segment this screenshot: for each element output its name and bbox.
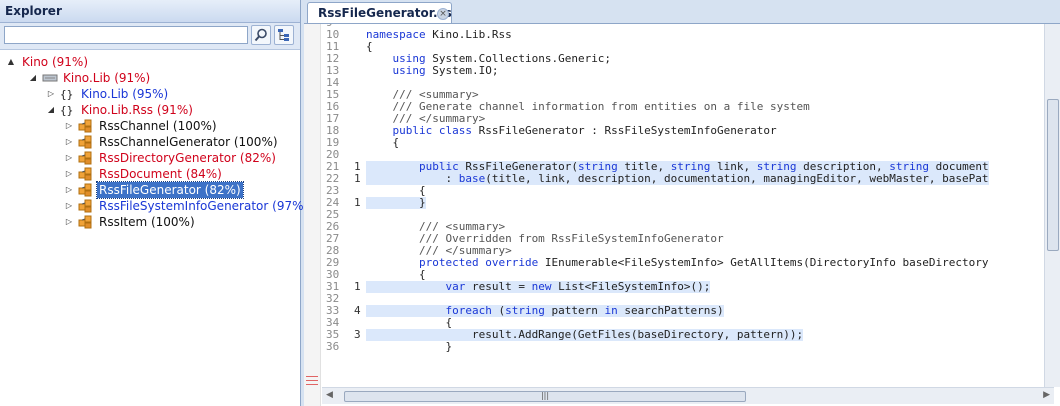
tree-view-icon xyxy=(278,29,289,41)
tree-node-label: RssDirectoryGenerator (82%) xyxy=(99,151,276,165)
coverage-marker xyxy=(306,380,318,381)
tree-node-label: RssFileSystemInfoGenerator (97%) xyxy=(99,199,309,213)
code-line[interactable]: 23 { xyxy=(322,185,1054,197)
tree-node-label: RssFileGenerator (82%) xyxy=(96,181,244,199)
class-icon xyxy=(78,215,94,233)
explorer-toolbar xyxy=(0,23,300,50)
editor-margin xyxy=(304,24,321,406)
collapse-arrow-icon[interactable]: ▲ xyxy=(6,54,16,70)
code-line[interactable]: 19 { xyxy=(322,137,1054,149)
code-line[interactable]: 10 namespace Kino.Lib.Rss xyxy=(322,29,1054,41)
svg-text:{}: {} xyxy=(60,88,73,101)
expand-arrow-icon[interactable]: ▷ xyxy=(64,198,74,214)
coverage-tree: ▲ Kino (91%) ◢ Kino.Lib (91%) ▷{} Kino.Lib (9… xyxy=(0,50,308,230)
close-icon[interactable]: × xyxy=(437,8,449,20)
expand-arrow-icon[interactable]: ▷ xyxy=(64,150,74,166)
source-text: protected override IEnumerable<FileSyste… xyxy=(418,256,989,269)
scroll-left-icon[interactable]: ◀ xyxy=(326,390,333,400)
search-input[interactable] xyxy=(4,26,248,44)
tree-node[interactable]: ▷ RssFileSystemInfoGenerator (97%) xyxy=(0,198,308,214)
tree-node[interactable]: ▷ RssDirectoryGenerator (82%) xyxy=(0,150,300,166)
search-button[interactable] xyxy=(251,25,271,45)
collapse-arrow-icon[interactable]: ◢ xyxy=(46,102,56,118)
code-area[interactable]: 910namespace Kino.Lib.Rss11{12 using Sys… xyxy=(322,24,1054,386)
source-text: using System.IO; xyxy=(392,64,499,77)
tree-node[interactable]: ▷ RssItem (100%) xyxy=(0,214,300,230)
code-line[interactable]: 36 } xyxy=(322,341,1054,353)
explorer-title: Explorer xyxy=(0,0,300,23)
search-icon xyxy=(254,28,267,42)
code-line[interactable]: 13 using System.IO; xyxy=(322,65,1054,77)
expand-arrow-icon[interactable]: ▷ xyxy=(64,118,74,134)
collapse-arrow-icon[interactable]: ◢ xyxy=(28,70,38,86)
tree-node[interactable]: ◢ Kino.Lib (91%) xyxy=(0,70,300,86)
code-line[interactable]: 18 public class RssFileGenerator : RssFi… xyxy=(322,125,1054,137)
source-text: namespace Kino.Lib.Rss xyxy=(366,28,512,41)
code-line[interactable]: 24 1 } xyxy=(322,197,1054,209)
expand-arrow-icon[interactable]: ▷ xyxy=(64,166,74,182)
tab-label: RssFileGenerator.cs xyxy=(318,6,452,20)
expand-tree-button[interactable] xyxy=(274,25,294,45)
code-line[interactable]: 29 protected override IEnumerable<FileSy… xyxy=(322,257,1054,269)
tree-node[interactable]: ▷ {} Kino.Lib (95%) xyxy=(0,86,300,102)
tree-node-label: Kino.Lib.Rss (91%) xyxy=(81,103,193,117)
source-text: } xyxy=(366,340,453,353)
svg-text:{}: {} xyxy=(60,104,73,117)
expand-arrow-icon[interactable]: ▷ xyxy=(46,86,56,102)
vertical-scrollbar[interactable] xyxy=(1044,24,1060,387)
code-line[interactable]: 31 1 var result = new List<FileSystemInfo… xyxy=(322,281,1054,293)
tree-node[interactable]: ▷ RssDocument (84%) xyxy=(0,166,300,182)
source-text: { xyxy=(366,136,400,149)
tree-node[interactable]: ▷ RssChannelGenerator (100%) xyxy=(0,134,300,150)
horizontal-scrollbar[interactable]: ◀ ||| ▶ xyxy=(322,387,1054,404)
tree-node-label: RssDocument (84%) xyxy=(99,167,222,181)
source-text: public class RssFileGenerator : RssFileS… xyxy=(392,124,777,137)
tree-node[interactable]: ◢ {} Kino.Lib.Rss (91%) xyxy=(0,102,300,118)
tree-node[interactable]: ▲ Kino (91%) xyxy=(0,54,300,70)
tree-node-label: Kino.Lib (95%) xyxy=(81,87,169,101)
scroll-right-icon[interactable]: ▶ xyxy=(1043,390,1050,400)
tab-rssfilegenerator[interactable]: RssFileGenerator.cs × xyxy=(307,2,452,24)
source-text: var result = new List<FileSystemInfo>(); xyxy=(366,281,711,293)
coverage-marker xyxy=(306,376,318,377)
tree-node-label: RssChannelGenerator (100%) xyxy=(99,135,278,149)
expand-arrow-icon[interactable]: ▷ xyxy=(64,182,74,198)
expand-arrow-icon[interactable]: ▷ xyxy=(64,214,74,230)
explorer-panel: Explorer ▲ Kino (91%) ◢ Kino.Lib (91%) ▷{} Ki… xyxy=(0,0,308,406)
code-line[interactable]: 22 1 : base(title, link, description, doc… xyxy=(322,173,1054,185)
horizontal-scroll-thumb[interactable]: ||| xyxy=(344,391,746,402)
coverage-marker xyxy=(306,384,318,385)
tree-node[interactable]: ▷ RssFileGenerator (82%) xyxy=(0,181,300,199)
tree-node[interactable]: ▷ RssChannel (100%) xyxy=(0,118,300,134)
tree-node-label: RssChannel (100%) xyxy=(99,119,217,133)
expand-arrow-icon[interactable]: ▷ xyxy=(64,134,74,150)
line-number: 36 xyxy=(326,340,340,353)
tree-node-label: Kino.Lib (91%) xyxy=(63,71,151,85)
source-text: : base(title, link, description, documen… xyxy=(366,172,989,185)
code-editor[interactable]: 910namespace Kino.Lib.Rss11{12 using Sys… xyxy=(304,23,1060,406)
tree-node-label: RssItem (100%) xyxy=(99,215,195,229)
tree-node-label: Kino (91%) xyxy=(22,55,88,69)
source-text: } xyxy=(366,196,426,209)
vertical-scroll-thumb[interactable] xyxy=(1047,99,1059,251)
